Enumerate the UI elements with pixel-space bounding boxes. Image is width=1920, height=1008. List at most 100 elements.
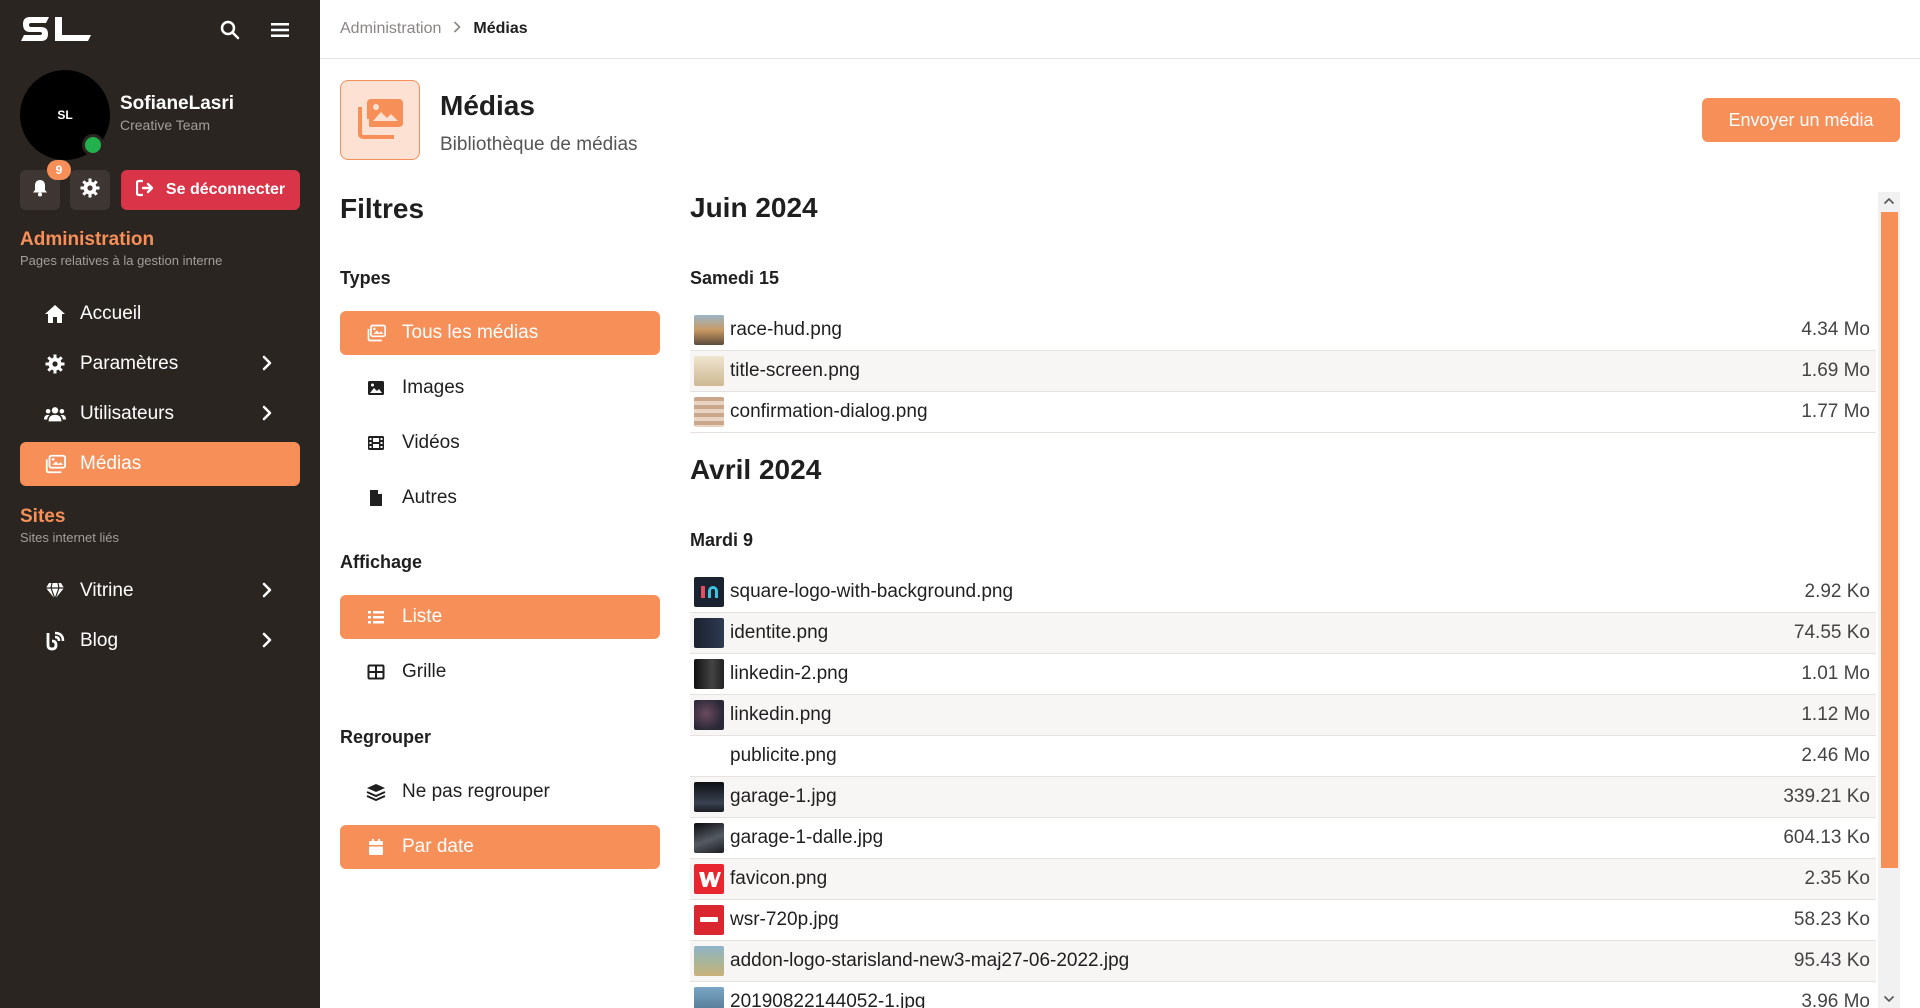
media-filename: wsr-720p.jpg — [730, 909, 839, 930]
filter-display-list[interactable]: Liste — [340, 595, 660, 639]
media-filename: race-hud.png — [730, 319, 842, 340]
month-title: Juin 2024 — [690, 192, 818, 223]
media-filesize: 74.55 Ko — [1793, 622, 1870, 643]
filter-label: Par date — [402, 836, 474, 857]
filter-no-grouping[interactable]: Ne pas regrouper — [340, 770, 660, 814]
media-row[interactable]: race-hud.png 4.34 Mo — [690, 310, 1876, 351]
notification-badge: 9 — [47, 160, 71, 180]
media-row[interactable]: garage-1-dalle.jpg 604.13 Ko — [690, 818, 1876, 859]
media-row[interactable]: garage-1.jpg 339.21 Ko — [690, 777, 1876, 818]
breadcrumb-link-administration[interactable]: Administration — [340, 20, 441, 38]
header-divider — [320, 58, 1920, 59]
thumbnail-image — [694, 618, 724, 648]
thumbnail-image — [694, 397, 724, 427]
gear-icon — [44, 353, 66, 375]
media-filesize: 3.96 Mo — [1801, 991, 1870, 1008]
media-filename: garage-1-dalle.jpg — [730, 827, 884, 848]
logout-icon — [135, 179, 156, 202]
media-row[interactable]: square-logo-with-background.png 2.92 Ko — [690, 572, 1876, 613]
filter-label: Vidéos — [402, 432, 460, 453]
media-filesize: 1.77 Mo — [1801, 401, 1870, 422]
media-filesize: 604.13 Ko — [1783, 827, 1870, 848]
section-title-administration: Administration — [20, 229, 155, 250]
scrollbar-thumb[interactable] — [1881, 212, 1898, 868]
user-name: SofianeLasri — [120, 93, 235, 114]
thumbnail-image — [694, 356, 724, 386]
chevron-right-icon — [262, 632, 272, 654]
media-filename: linkedin.png — [730, 704, 832, 725]
sidebar-item-parametres[interactable]: Paramètres — [20, 342, 300, 386]
sidebar-item-accueil[interactable]: Accueil — [20, 292, 300, 336]
scroll-up-icon[interactable] — [1878, 192, 1900, 210]
filter-group-by-date[interactable]: Par date — [340, 825, 660, 869]
media-row[interactable]: wsr-720p.jpg 58.23 Ko — [690, 900, 1876, 941]
thumbnail-image — [694, 741, 724, 771]
sidebar-item-label: Médias — [80, 453, 142, 474]
online-status-dot — [82, 134, 104, 156]
gem-icon — [44, 580, 66, 602]
chevron-right-icon — [453, 20, 462, 38]
filter-videos[interactable]: Vidéos — [340, 421, 660, 465]
layers-icon — [366, 782, 386, 802]
media-filesize: 4.34 Mo — [1801, 319, 1870, 340]
filter-group-display: Affichage — [340, 552, 423, 572]
logo[interactable] — [19, 14, 94, 44]
media-filename: publicite.png — [730, 745, 837, 766]
media-row[interactable]: publicite.png 2.46 Mo — [690, 736, 1876, 777]
upload-media-button[interactable]: Envoyer un média — [1702, 98, 1900, 142]
thumbnail-image — [694, 864, 724, 894]
logout-button[interactable]: Se déconnecter — [121, 170, 300, 210]
media-row[interactable]: title-screen.png 1.69 Mo — [690, 351, 1876, 392]
list-icon — [366, 607, 386, 627]
media-row[interactable]: confirmation-dialog.png 1.77 Mo — [690, 392, 1876, 433]
media-row[interactable]: 20190822144052-1.jpg 3.96 Mo — [690, 982, 1876, 1008]
sidebar-item-label: Paramètres — [80, 353, 179, 374]
media-row[interactable]: linkedin.png 1.12 Mo — [690, 695, 1876, 736]
filter-images[interactable]: Images — [340, 366, 660, 410]
filter-group-grouping: Regrouper — [340, 727, 432, 747]
sidebar-item-medias[interactable]: Médias — [20, 442, 300, 486]
media-row[interactable]: addon-logo-starisland-new3-maj27-06-2022… — [690, 941, 1876, 982]
grid-icon — [366, 662, 386, 682]
sidebar-item-utilisateurs[interactable]: Utilisateurs — [20, 392, 300, 436]
menu-icon[interactable] — [269, 19, 291, 41]
media-filename: favicon.png — [730, 868, 828, 889]
day-title: Mardi 9 — [690, 530, 754, 550]
settings-button[interactable] — [70, 170, 110, 210]
filter-others[interactable]: Autres — [340, 476, 660, 520]
media-filename: linkedin-2.png — [730, 663, 849, 684]
sidebar-item-label: Utilisateurs — [80, 403, 174, 424]
sidebar-item-label: Accueil — [80, 303, 142, 324]
media-filename: square-logo-with-background.png — [730, 581, 1014, 602]
section-title-sites: Sites — [20, 506, 66, 527]
media-filename: identite.png — [730, 622, 829, 643]
media-filesize: 1.69 Mo — [1801, 360, 1870, 381]
breadcrumb: Administration Médias — [340, 20, 528, 38]
sidebar-item-blog[interactable]: Blog — [20, 619, 300, 663]
media-filename: garage-1.jpg — [730, 786, 837, 807]
scroll-down-icon[interactable] — [1878, 990, 1900, 1008]
filter-display-grid[interactable]: Grille — [340, 650, 660, 694]
media-filename: confirmation-dialog.png — [730, 401, 928, 422]
media-row[interactable]: identite.png 74.55 Ko — [690, 613, 1876, 654]
media-row[interactable]: linkedin-2.png 1.01 Mo — [690, 654, 1876, 695]
thumbnail-image — [694, 659, 724, 689]
media-filesize: 1.12 Mo — [1801, 704, 1870, 725]
filter-all-media[interactable]: Tous les médias — [340, 311, 660, 355]
media-row[interactable]: favicon.png 2.35 Ko — [690, 859, 1876, 900]
images-icon — [366, 323, 386, 343]
page-title: Médias — [440, 90, 535, 121]
month-title: Avril 2024 — [690, 454, 822, 485]
filter-label: Tous les médias — [402, 322, 539, 343]
media-filesize: 95.43 Ko — [1793, 950, 1870, 971]
user-team: Creative Team — [120, 117, 211, 133]
filter-group-types: Types — [340, 268, 391, 288]
media-filesize: 58.23 Ko — [1793, 909, 1870, 930]
sidebar: SL SofianeLasri Creative Team 9 Se décon… — [0, 0, 320, 1008]
search-icon[interactable] — [219, 19, 241, 41]
filter-label: Ne pas regrouper — [402, 781, 550, 802]
sidebar-item-vitrine[interactable]: Vitrine — [20, 569, 300, 613]
section-subtitle-administration: Pages relatives à la gestion interne — [20, 253, 223, 268]
home-icon — [44, 303, 66, 325]
filter-label: Grille — [402, 661, 447, 682]
